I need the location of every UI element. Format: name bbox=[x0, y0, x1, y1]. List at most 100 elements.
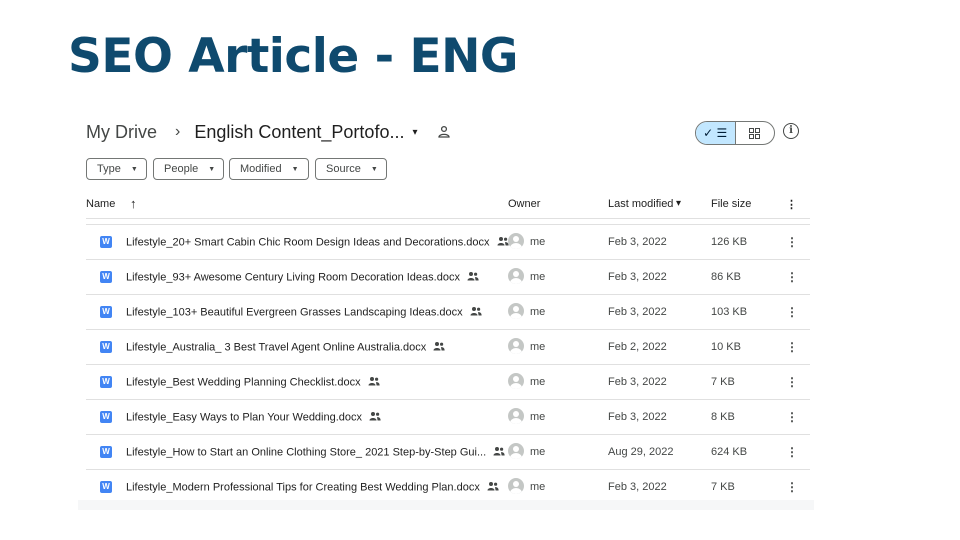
docs-w-icon: W bbox=[100, 446, 112, 458]
filter-type-chip[interactable]: Type ▼ bbox=[86, 158, 147, 180]
file-last-modified: Feb 3, 2022 bbox=[608, 376, 667, 388]
shared-people-icon bbox=[487, 481, 499, 494]
filter-people-chip[interactable]: People ▼ bbox=[153, 158, 224, 180]
file-size: 7 KB bbox=[711, 376, 735, 388]
file-last-modified: Feb 2, 2022 bbox=[608, 341, 667, 353]
filter-source-chip[interactable]: Source ▼ bbox=[315, 158, 387, 180]
slide-title: SEO Article - ENG bbox=[68, 29, 519, 84]
more-actions-icon[interactable]: ⋮ bbox=[786, 234, 798, 250]
caret-down-icon: ▼ bbox=[291, 165, 299, 173]
owner-avatar-icon bbox=[508, 303, 524, 319]
shared-people-icon bbox=[369, 411, 381, 424]
file-size: 10 KB bbox=[711, 341, 741, 353]
shared-folder-icon bbox=[436, 124, 452, 140]
shared-people-icon bbox=[493, 446, 505, 459]
owner-avatar-icon bbox=[508, 373, 524, 389]
file-name[interactable]: Lifestyle_Modern Professional Tips for C… bbox=[126, 481, 480, 493]
file-last-modified: Feb 3, 2022 bbox=[608, 271, 667, 283]
filter-label: Type bbox=[97, 163, 121, 175]
column-header-name[interactable]: Name bbox=[86, 198, 115, 210]
file-size: 8 KB bbox=[711, 411, 735, 423]
file-row[interactable]: W Lifestyle_Easy Ways to Plan Your Weddi… bbox=[86, 400, 810, 435]
file-name[interactable]: Lifestyle_Australia_ 3 Best Travel Agent… bbox=[126, 341, 426, 353]
file-name[interactable]: Lifestyle_93+ Awesome Century Living Roo… bbox=[126, 271, 460, 283]
breadcrumb: My Drive › English Content_Portofo... ▾ bbox=[86, 118, 452, 146]
shared-people-icon bbox=[470, 306, 482, 319]
folder-menu-caret-icon[interactable]: ▾ bbox=[412, 127, 417, 138]
more-actions-icon[interactable]: ⋮ bbox=[786, 479, 798, 495]
column-header-file-size[interactable]: File size bbox=[711, 198, 751, 210]
file-row[interactable]: W Lifestyle_93+ Awesome Century Living R… bbox=[86, 260, 810, 295]
caret-down-icon: ▼ bbox=[370, 165, 378, 173]
docs-w-icon: W bbox=[100, 411, 112, 423]
info-icon[interactable]: i bbox=[783, 123, 799, 139]
panel-bottom-edge bbox=[78, 500, 814, 510]
file-name[interactable]: Lifestyle_Easy Ways to Plan Your Wedding… bbox=[126, 411, 362, 423]
filter-label: People bbox=[164, 163, 199, 175]
file-last-modified: Feb 3, 2022 bbox=[608, 481, 667, 493]
more-actions-icon[interactable]: ⋮ bbox=[786, 374, 798, 390]
file-size: 103 KB bbox=[711, 306, 748, 318]
file-size: 126 KB bbox=[711, 236, 748, 248]
file-name[interactable]: Lifestyle_20+ Smart Cabin Chic Room Desi… bbox=[126, 236, 490, 248]
column-options-icon[interactable]: ⋮ bbox=[786, 198, 797, 211]
docs-w-icon: W bbox=[100, 236, 112, 248]
docs-w-icon: W bbox=[100, 271, 112, 283]
file-name[interactable]: Lifestyle_How to Start an Online Clothin… bbox=[126, 446, 486, 458]
filter-label: Source bbox=[326, 163, 361, 175]
file-owner: me bbox=[530, 236, 546, 248]
file-last-modified: Feb 3, 2022 bbox=[608, 306, 667, 318]
breadcrumb-my-drive[interactable]: My Drive bbox=[86, 122, 157, 143]
owner-avatar-icon bbox=[508, 338, 524, 354]
file-owner: me bbox=[530, 271, 546, 283]
owner-avatar-icon bbox=[508, 443, 524, 459]
file-owner: me bbox=[530, 446, 546, 458]
docs-w-icon: W bbox=[100, 481, 112, 493]
grid-view-button[interactable] bbox=[736, 122, 775, 144]
file-last-modified: Aug 29, 2022 bbox=[608, 446, 674, 458]
file-owner: me bbox=[530, 306, 546, 318]
file-last-modified: Feb 3, 2022 bbox=[608, 411, 667, 423]
sort-caret-down-icon[interactable]: ▾ bbox=[676, 198, 681, 209]
file-row[interactable]: W Lifestyle_103+ Beautiful Evergreen Gra… bbox=[86, 295, 810, 330]
shared-people-icon bbox=[433, 341, 445, 354]
column-header-last-modified[interactable]: Last modified bbox=[608, 198, 673, 210]
owner-avatar-icon bbox=[508, 408, 524, 424]
header-divider bbox=[86, 218, 810, 219]
more-actions-icon[interactable]: ⋮ bbox=[786, 339, 798, 355]
owner-avatar-icon bbox=[508, 478, 524, 494]
file-owner: me bbox=[530, 481, 546, 493]
file-row[interactable]: W Lifestyle_Australia_ 3 Best Travel Age… bbox=[86, 330, 810, 365]
file-owner: me bbox=[530, 411, 546, 423]
list-view-button[interactable]: ✓ ☰ bbox=[696, 122, 736, 144]
file-size: 7 KB bbox=[711, 481, 735, 493]
file-last-modified: Feb 3, 2022 bbox=[608, 236, 667, 248]
file-owner: me bbox=[530, 341, 546, 353]
file-name[interactable]: Lifestyle_103+ Beautiful Evergreen Grass… bbox=[126, 306, 463, 318]
caret-down-icon: ▼ bbox=[130, 165, 138, 173]
column-header-owner[interactable]: Owner bbox=[508, 198, 540, 210]
docs-w-icon: W bbox=[100, 306, 112, 318]
shared-people-icon bbox=[368, 376, 380, 389]
caret-down-icon: ▼ bbox=[208, 165, 216, 173]
breadcrumb-current-folder[interactable]: English Content_Portofo... bbox=[194, 122, 404, 143]
file-row[interactable]: W Lifestyle_How to Start an Online Cloth… bbox=[86, 435, 810, 470]
more-actions-icon[interactable]: ⋮ bbox=[786, 304, 798, 320]
list-view-icon: ✓ ☰ bbox=[703, 126, 728, 140]
file-row[interactable]: W Lifestyle_Best Wedding Planning Checkl… bbox=[86, 365, 810, 400]
owner-avatar-icon bbox=[508, 268, 524, 284]
filter-modified-chip[interactable]: Modified ▼ bbox=[229, 158, 309, 180]
file-list: W Lifestyle_20+ Smart Cabin Chic Room De… bbox=[86, 225, 810, 505]
chevron-right-icon: › bbox=[175, 123, 181, 140]
file-name[interactable]: Lifestyle_Best Wedding Planning Checklis… bbox=[126, 376, 361, 388]
file-row[interactable]: W Lifestyle_20+ Smart Cabin Chic Room De… bbox=[86, 225, 810, 260]
sort-arrow-up-icon[interactable]: ↑ bbox=[130, 196, 137, 211]
more-actions-icon[interactable]: ⋮ bbox=[786, 269, 798, 285]
drive-panel: My Drive › English Content_Portofo... ▾ … bbox=[78, 110, 814, 510]
more-actions-icon[interactable]: ⋮ bbox=[786, 409, 798, 425]
file-size: 86 KB bbox=[711, 271, 741, 283]
shared-people-icon bbox=[497, 236, 509, 249]
more-actions-icon[interactable]: ⋮ bbox=[786, 444, 798, 460]
file-owner: me bbox=[530, 376, 546, 388]
view-toggle: ✓ ☰ bbox=[695, 121, 775, 145]
